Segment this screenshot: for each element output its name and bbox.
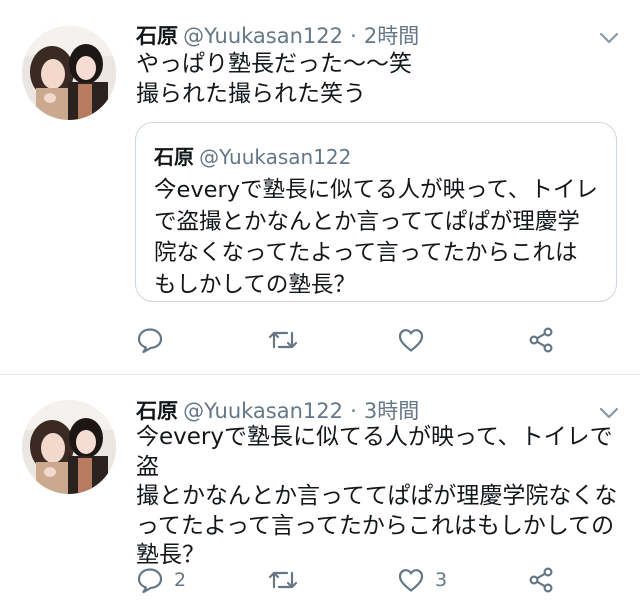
share-icon (527, 566, 555, 594)
avatar[interactable] (22, 26, 116, 120)
reply-icon (136, 566, 164, 594)
share-icon (527, 326, 555, 354)
tweet-actions (0, 320, 640, 360)
timestamp[interactable]: 2時間 (364, 24, 419, 48)
quoted-tweet-header: 石原 @Yuukasan122 (154, 141, 351, 170)
timestamp[interactable]: 3時間 (364, 399, 419, 423)
author-name[interactable]: 石原 (136, 399, 178, 423)
tweet-text: 今everyで塾長に似てる人が映って、トイレで盗 撮とかなんとか言っててぱぱが理… (136, 424, 618, 568)
tweet-actions: 2 3 (0, 560, 640, 600)
like-button[interactable] (397, 320, 435, 360)
quoted-tweet-text: 今everyで塾長に似てる人が映って、トイレ で盗撮とかなんとか言っててぱぱが理… (154, 177, 598, 298)
heart-icon (397, 327, 425, 353)
reply-count: 2 (174, 569, 187, 591)
tweet[interactable]: 石原 @Yuukasan122 · 3時間 今everyで塾長に似てる人が映って… (0, 375, 640, 609)
like-button[interactable]: 3 (397, 560, 447, 600)
chevron-down-icon[interactable] (598, 405, 620, 421)
author-handle[interactable]: @Yuukasan122 (183, 399, 343, 423)
share-button[interactable] (527, 320, 555, 360)
retweet-icon (267, 327, 299, 353)
avatar[interactable] (22, 400, 116, 494)
reply-icon (136, 326, 164, 354)
tweet-header: 石原 @Yuukasan122 · 2時間 (136, 20, 419, 52)
like-count: 3 (435, 569, 448, 591)
retweet-icon (267, 567, 299, 593)
tweet-text: やっぱり塾長だった〜〜笑 撮られた撮られた笑う (136, 51, 412, 107)
quoted-tweet[interactable]: 石原 @Yuukasan122 今everyで塾長に似てる人が映って、トイレ で… (135, 122, 617, 302)
chevron-down-icon[interactable] (598, 30, 620, 46)
separator: · (350, 399, 357, 423)
tweet[interactable]: 石原 @Yuukasan122 · 2時間 やっぱり塾長だった〜〜笑 撮られた撮… (0, 0, 640, 374)
heart-icon (397, 567, 425, 593)
reply-button[interactable]: 2 (136, 560, 186, 600)
quoted-author-handle: @Yuukasan122 (199, 145, 352, 169)
author-name[interactable]: 石原 (136, 24, 178, 48)
retweet-button[interactable] (267, 560, 299, 600)
retweet-button[interactable] (267, 320, 299, 360)
reply-button[interactable] (136, 320, 174, 360)
author-handle[interactable]: @Yuukasan122 (183, 24, 343, 48)
share-button[interactable] (527, 560, 555, 600)
separator: · (350, 24, 357, 48)
quoted-author-name: 石原 (154, 145, 194, 169)
